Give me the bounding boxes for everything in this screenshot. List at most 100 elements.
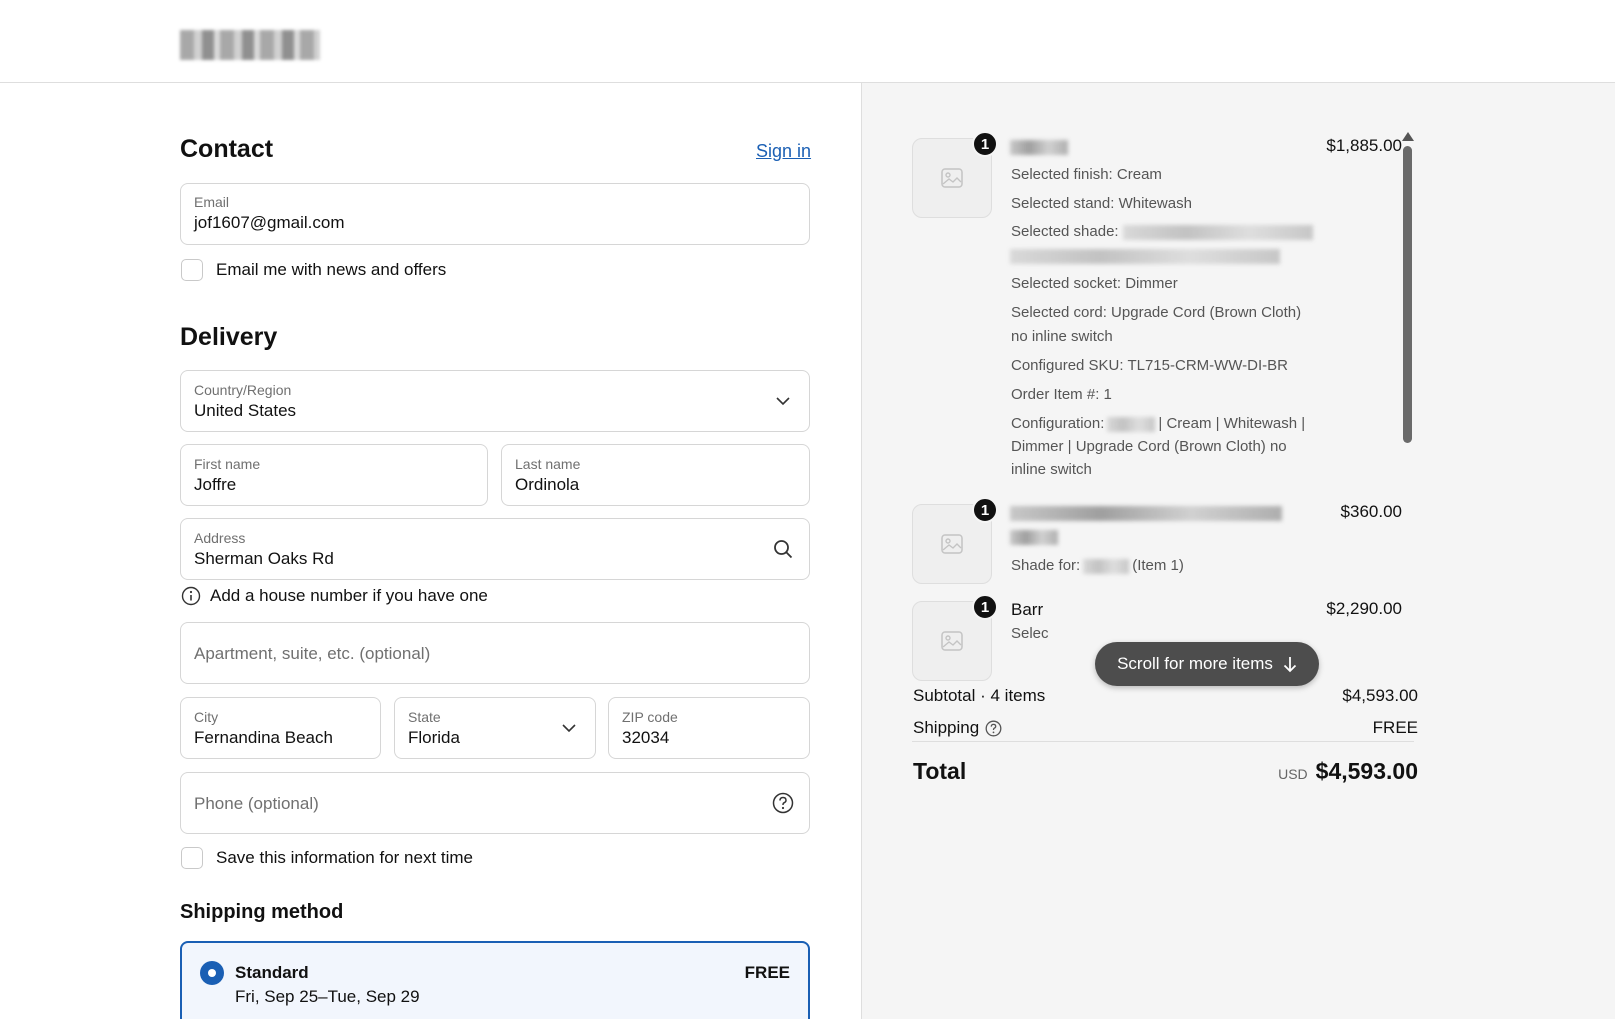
product-title: Barr bbox=[1011, 600, 1044, 619]
country-select[interactable]: Country/Region United States bbox=[180, 370, 810, 432]
help-icon[interactable] bbox=[985, 720, 1002, 737]
shipping-label-group: Shipping bbox=[913, 718, 1002, 738]
redacted-text bbox=[1083, 558, 1130, 574]
subtotal-value: $4,593.00 bbox=[1342, 686, 1418, 705]
items-scrollbar[interactable] bbox=[1402, 132, 1414, 741]
item-option: Configuration: | Cream | Whitewash | bbox=[1011, 415, 1305, 432]
city-label: City bbox=[194, 709, 219, 725]
first-name-label: First name bbox=[194, 456, 261, 472]
save-info-checkbox-row[interactable]: Save this information for next time bbox=[181, 847, 473, 869]
item-option-label: Configuration: bbox=[1011, 415, 1105, 432]
shipping-method-heading: Shipping method bbox=[180, 901, 344, 923]
redacted-text bbox=[1010, 248, 1280, 264]
state-select[interactable]: State Florida bbox=[394, 697, 596, 759]
scroll-up-arrow[interactable] bbox=[1402, 132, 1414, 141]
last-name-value: Ordinola bbox=[515, 475, 580, 494]
chevron-down-icon bbox=[557, 716, 581, 740]
zip-field[interactable]: ZIP code 32034 bbox=[608, 697, 810, 759]
country-label: Country/Region bbox=[194, 382, 292, 398]
email-field[interactable]: Email jof1607@gmail.com bbox=[180, 183, 810, 245]
item-option: Selected stand: Whitewash bbox=[1011, 195, 1192, 212]
quantity-badge: 1 bbox=[972, 594, 998, 620]
item-option: no inline switch bbox=[1011, 328, 1113, 345]
shipping-option-name: Standard bbox=[235, 963, 309, 982]
scroll-more-items-button[interactable]: Scroll for more items bbox=[1095, 642, 1319, 686]
shipping-label: Shipping bbox=[913, 718, 980, 737]
item-option: Selected shade: bbox=[1011, 223, 1313, 240]
shipping-option-standard[interactable]: Standard Fri, Sep 25–Tue, Sep 29 FREE bbox=[180, 941, 810, 1019]
item-option-value: (Item 1) bbox=[1132, 557, 1184, 574]
city-value: Fernandina Beach bbox=[194, 728, 333, 747]
item-price: $360.00 bbox=[1340, 502, 1402, 521]
first-name-field[interactable]: First name Joffre bbox=[180, 444, 488, 506]
item-option: Order Item #: 1 bbox=[1011, 386, 1112, 403]
item-option: Selected socket: Dimmer bbox=[1011, 275, 1178, 292]
item-price: $1,885.00 bbox=[1326, 136, 1402, 155]
item-price: $2,290.00 bbox=[1326, 599, 1402, 618]
sign-in-link[interactable]: Sign in bbox=[756, 141, 811, 162]
chevron-down-icon bbox=[771, 389, 795, 413]
shipping-value: FREE bbox=[1372, 718, 1418, 737]
item-option-label: Shade for: bbox=[1011, 557, 1081, 574]
item-option: Shade for: (Item 1) bbox=[1011, 557, 1184, 574]
email-value: jof1607@gmail.com bbox=[194, 213, 345, 232]
scroll-thumb[interactable] bbox=[1403, 146, 1412, 443]
item-option: Selected cord: Upgrade Cord (Brown Cloth… bbox=[1011, 304, 1302, 321]
item-option: Configured SKU: TL715-CRM-WW-DI-BR bbox=[1011, 357, 1289, 374]
shipping-option-price: FREE bbox=[744, 963, 790, 982]
save-info-checkbox[interactable] bbox=[181, 847, 203, 869]
item-option: Selected finish: Cream bbox=[1011, 166, 1162, 183]
checkout-form: Contact Sign in Email jof1607@gmail.com … bbox=[0, 83, 861, 1019]
address-label: Address bbox=[194, 530, 246, 546]
product-title-redacted bbox=[1010, 140, 1068, 155]
total-row: Total USD $4,593.00 bbox=[913, 758, 1418, 785]
zip-label: ZIP code bbox=[622, 709, 678, 725]
apartment-field[interactable]: Apartment, suite, etc. (optional) bbox=[180, 622, 810, 684]
news-checkbox-label: Email me with news and offers bbox=[216, 260, 447, 279]
total-currency: USD bbox=[1278, 766, 1308, 782]
shipping-row: Shipping FREE bbox=[913, 718, 1418, 738]
item-option: Selec bbox=[1011, 625, 1049, 642]
last-name-label: Last name bbox=[515, 456, 581, 472]
delivery-heading: Delivery bbox=[180, 323, 278, 351]
image-placeholder-icon bbox=[941, 534, 963, 554]
email-label: Email bbox=[194, 194, 230, 210]
scroll-more-items-label: Scroll for more items bbox=[1117, 654, 1273, 673]
item-option: Dimmer | Upgrade Cord (Brown Cloth) no bbox=[1011, 438, 1287, 455]
address-hint-text: Add a house number if you have one bbox=[210, 586, 488, 605]
state-value: Florida bbox=[408, 728, 460, 747]
order-items-list[interactable]: 1 $1,885.00 Selected finish: Cream Selec… bbox=[912, 130, 1414, 742]
product-title-redacted bbox=[1010, 530, 1058, 545]
address-hint: Add a house number if you have one bbox=[181, 586, 488, 606]
order-summary: 1 $1,885.00 Selected finish: Cream Selec… bbox=[861, 83, 1615, 1019]
item-option-value: | Cream | Whitewash | bbox=[1158, 415, 1306, 432]
last-name-field[interactable]: Last name Ordinola bbox=[501, 444, 810, 506]
shipping-option-dates: Fri, Sep 25–Tue, Sep 29 bbox=[235, 987, 420, 1006]
store-logo[interactable] bbox=[180, 30, 320, 60]
save-info-label: Save this information for next time bbox=[216, 848, 474, 867]
news-checkbox[interactable] bbox=[181, 259, 203, 281]
item-option: inline switch bbox=[1011, 461, 1092, 478]
subtotal-row: Subtotal · 4 items $4,593.00 bbox=[913, 686, 1418, 706]
zip-value: 32034 bbox=[622, 728, 670, 747]
total-value: $4,593.00 bbox=[1315, 758, 1418, 784]
address-field[interactable]: Address Sherman Oaks Rd bbox=[180, 518, 810, 580]
quantity-badge: 1 bbox=[972, 131, 998, 157]
city-field[interactable]: City Fernandina Beach bbox=[180, 697, 381, 759]
quantity-badge: 1 bbox=[972, 497, 998, 523]
apartment-placeholder: Apartment, suite, etc. (optional) bbox=[194, 644, 431, 663]
phone-placeholder: Phone (optional) bbox=[194, 794, 319, 813]
redacted-text bbox=[1107, 416, 1156, 432]
item-option-redacted bbox=[1010, 247, 1280, 264]
product-title-redacted bbox=[1010, 506, 1282, 521]
help-icon[interactable] bbox=[771, 791, 795, 815]
phone-field[interactable]: Phone (optional) bbox=[180, 772, 810, 834]
arrow-down-icon bbox=[1283, 656, 1297, 672]
shipping-radio-selected[interactable] bbox=[200, 961, 224, 985]
news-checkbox-row[interactable]: Email me with news and offers bbox=[181, 259, 446, 281]
total-label: Total bbox=[913, 758, 967, 784]
subtotal-label: Subtotal · 4 items bbox=[913, 686, 1046, 705]
header bbox=[0, 0, 1615, 83]
info-icon bbox=[181, 586, 201, 606]
contact-heading: Contact bbox=[180, 135, 274, 163]
